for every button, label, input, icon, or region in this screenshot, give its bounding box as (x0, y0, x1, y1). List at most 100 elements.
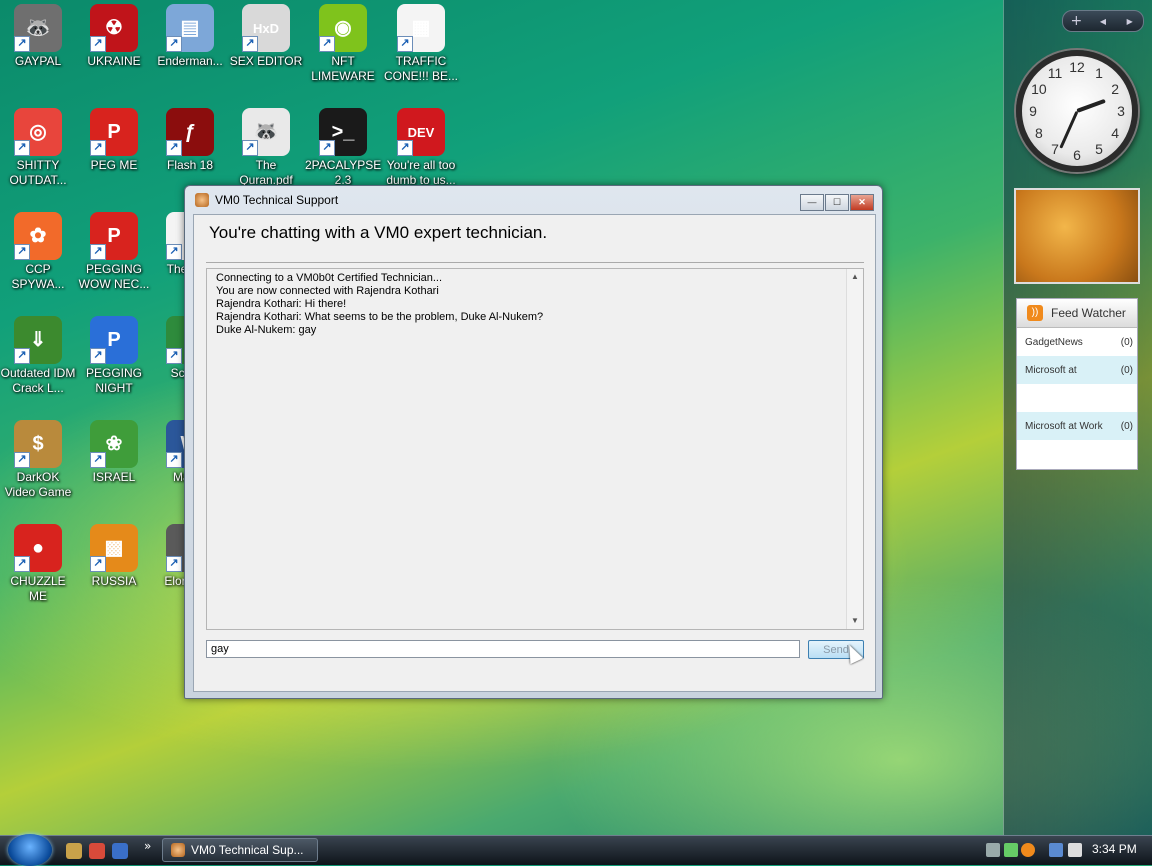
console-icon: >_ ↗ (319, 108, 367, 156)
document-icon: ▦ ↗ (397, 4, 445, 52)
desktop-icon[interactable]: ☢ ↗ UKRAINE (76, 4, 152, 69)
search-icon[interactable] (1021, 843, 1035, 857)
shortcut-arrow-icon: ↗ (166, 36, 182, 52)
desktop-icon-label: DarkOK Video Game (4, 470, 72, 499)
shortcut-arrow-icon: ↗ (14, 140, 30, 156)
shortcut-arrow-icon: ↗ (242, 36, 258, 52)
desktop-icon-label: PEG ME (90, 158, 138, 172)
shortcut-arrow-icon: ↗ (14, 36, 30, 52)
clock-gadget[interactable]: 12 1 2 3 4 5 6 7 8 9 10 11 (1016, 50, 1138, 172)
shortcut-arrow-icon: ↗ (397, 36, 413, 52)
chat-log[interactable]: Connecting to a VM0b0t Certified Technic… (206, 268, 864, 630)
desktop-icon[interactable]: ❀ ↗ ISRAEL (76, 420, 152, 485)
window-icon: ▤ ↗ (166, 4, 214, 52)
shortcut-arrow-icon: ↗ (166, 452, 182, 468)
show-desktop-icon[interactable] (112, 843, 128, 859)
icon-glyph: ● (31, 536, 45, 559)
desktop-icon[interactable]: >_ ↗ 2PACALYPSE 2.3 (305, 108, 381, 188)
shortcut-arrow-icon: ↗ (14, 556, 30, 572)
desktop-icon[interactable]: P ↗ PEGGING NIGHT (76, 316, 152, 396)
devcpp-icon: DEV ↗ (397, 108, 445, 156)
taskbar-button-label: VM0 Technical Sup... (191, 843, 304, 857)
desktop-icon[interactable]: ▩ ↗ RUSSIA (76, 524, 152, 589)
icon-glyph: DEV (407, 124, 435, 140)
desktop-icon[interactable]: ✿ ↗ CCP SPYWA... (0, 212, 76, 292)
clock-number: 5 (1095, 141, 1103, 158)
feed-item[interactable]: GadgetNews (0) (1017, 328, 1137, 356)
window-titlebar[interactable]: VM0 Technical Support — ☐ ✕ (185, 186, 882, 214)
shortcut-arrow-icon: ↗ (90, 140, 106, 156)
icon-glyph: ƒ (184, 120, 196, 143)
clock-number: 9 (1029, 103, 1037, 119)
chat-log-line: Rajendra Kothari: Hi there! (216, 298, 347, 310)
taskbar-button-chat[interactable]: VM0 Technical Sup... (162, 838, 318, 862)
desktop-icon[interactable]: ▤ ↗ Enderman... (152, 4, 228, 69)
desktop-icon[interactable]: ● ↗ CHUZZLE ME (0, 524, 76, 604)
maximize-button[interactable]: ☐ (825, 194, 849, 211)
chat-log-line: Duke Al-Nukem: gay (216, 324, 317, 336)
desktop-icon[interactable]: 🦝 ↗ The Quran.pdf (228, 108, 304, 188)
feed-item[interactable]: Microsoft at (0) (1017, 356, 1137, 384)
prev-gadget-button[interactable]: ◀ (1090, 17, 1117, 26)
desktop-icon[interactable]: ◎ ↗ SHITTY OUTDAT... (0, 108, 76, 188)
close-button[interactable]: ✕ (850, 194, 874, 211)
chrome-icon: ◎ ↗ (14, 108, 62, 156)
desktop-icon[interactable]: DEV ↗ You're all too dumb to us... (383, 108, 459, 188)
desktop-icon[interactable]: ▦ ↗ TRAFFIC CONE!!! BE... (383, 4, 459, 84)
desktop-icon[interactable]: P ↗ PEG ME (76, 108, 152, 173)
network-icon[interactable] (1049, 843, 1063, 857)
sidebar-controls: + ◀ ▶ (1062, 10, 1144, 32)
desktop-icon-label: CHUZZLE ME (10, 574, 66, 603)
feed-item[interactable] (1017, 440, 1137, 468)
shortcut-arrow-icon: ↗ (242, 140, 258, 156)
feed-item[interactable]: Microsoft at Work (0) (1017, 412, 1137, 440)
quicklaunch-icon-2[interactable] (89, 843, 105, 859)
add-gadget-button[interactable]: + (1063, 13, 1090, 29)
volume-muted-icon[interactable] (1068, 843, 1082, 857)
clock-time[interactable]: 3:34 PM (1092, 842, 1137, 856)
chat-log-line: Connecting to a VM0b0t Certified Technic… (216, 272, 443, 284)
chat-log-line: You are now connected with Rajendra Koth… (216, 285, 439, 297)
chat-heading: You're chatting with a VM0 expert techni… (209, 223, 548, 242)
next-gadget-button[interactable]: ▶ (1116, 17, 1143, 26)
quicklaunch-chevron-icon[interactable]: » (144, 839, 151, 853)
chat-log-scrollbar[interactable]: ▲ ▼ (846, 269, 863, 629)
feed-item-count: (0) (1120, 364, 1133, 376)
feed-watcher-gadget[interactable]: )) Feed Watcher GadgetNews (0) Microsoft a… (1016, 298, 1138, 470)
desktop-icon-label: ISRAEL (92, 470, 136, 484)
feed-watcher-title: Feed Watcher (1051, 306, 1126, 320)
start-button[interactable] (8, 834, 52, 866)
tray-icon-2[interactable] (1004, 843, 1018, 857)
minimize-button[interactable]: — (800, 194, 824, 211)
feed-watcher-header: )) Feed Watcher (1017, 299, 1137, 328)
desktop-icon-label: Outdated IDM Crack L... (0, 366, 76, 395)
desktop-icon[interactable]: ◉ ↗ NFT LIMEWARE (305, 4, 381, 84)
desktop-icon[interactable]: 🦝 ↗ GAYPAL (0, 4, 76, 69)
desktop-icon-label: PEGGING NIGHT (85, 366, 142, 395)
shortcut-arrow-icon: ↗ (90, 556, 106, 572)
icon-glyph: ▩ (104, 536, 124, 559)
scroll-up-arrow-icon[interactable]: ▲ (847, 269, 863, 285)
desktop-icon[interactable]: ƒ ↗ Flash 18 (152, 108, 228, 173)
icon-glyph: ◉ (334, 16, 352, 39)
clock-number: 2 (1111, 81, 1119, 97)
desktop-icon-label: The Quran.pdf (239, 158, 293, 187)
slideshow-gadget[interactable] (1014, 188, 1140, 284)
flower-icon: ❀ ↗ (90, 420, 138, 468)
clock-number: 1 (1095, 64, 1103, 81)
desktop-icon[interactable]: ⇓ ↗ Outdated IDM Crack L... (0, 316, 76, 396)
peg-icon: P ↗ (90, 108, 138, 156)
desktop-icon[interactable]: HxD ↗ SEX EDITOR (228, 4, 304, 69)
feed-item-name: GadgetNews (1025, 336, 1083, 348)
feed-list: GadgetNews (0) Microsoft at (0) Microsoft at… (1017, 328, 1137, 468)
quicklaunch-icon-1[interactable] (66, 843, 82, 859)
desktop-icon[interactable]: P ↗ PEGGING WOW NEC... (76, 212, 152, 292)
icon-glyph: P (107, 328, 121, 351)
shortcut-arrow-icon: ↗ (166, 348, 182, 364)
feed-item[interactable] (1017, 384, 1137, 412)
desktop-icon[interactable]: $ ↗ DarkOK Video Game (0, 420, 76, 500)
tray-icon-1[interactable] (986, 843, 1000, 857)
scroll-down-arrow-icon[interactable]: ▼ (847, 613, 863, 629)
shortcut-arrow-icon: ↗ (90, 244, 106, 260)
message-input[interactable]: gay (206, 640, 800, 658)
